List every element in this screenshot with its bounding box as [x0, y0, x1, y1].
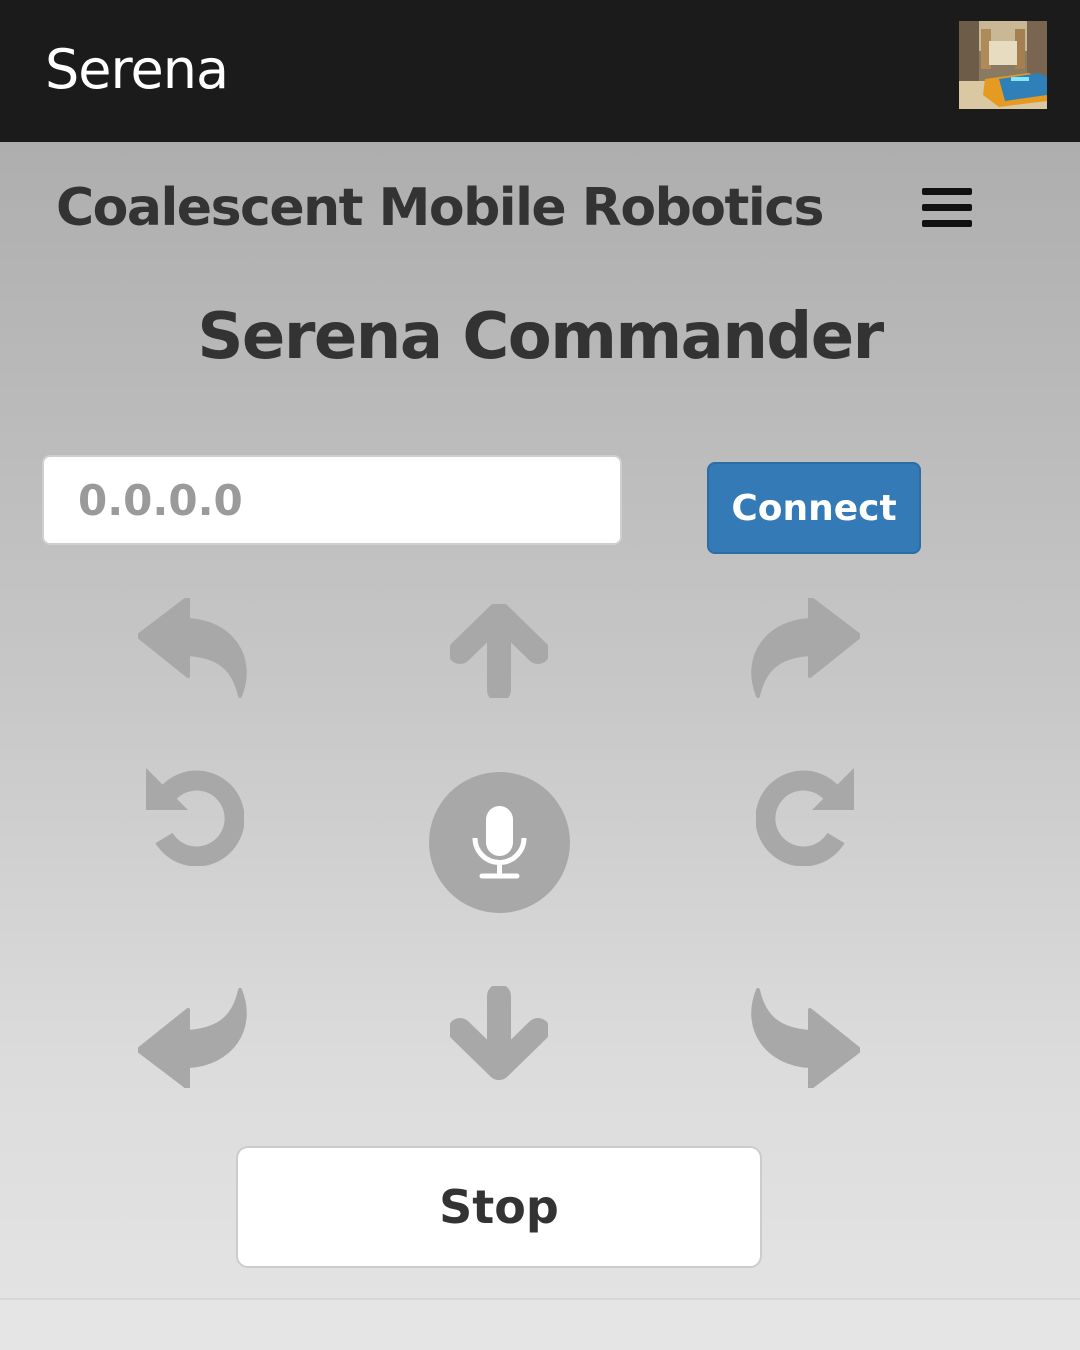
hamburger-menu-icon[interactable] — [922, 188, 972, 228]
bottom-strip — [0, 1298, 1080, 1350]
backward-button[interactable] — [450, 986, 548, 1080]
microphone-icon — [472, 806, 527, 879]
forward-left-button[interactable] — [138, 598, 250, 698]
backward-left-button[interactable] — [138, 988, 250, 1088]
rotate-cw-icon — [756, 768, 854, 866]
ip-address-input[interactable] — [42, 455, 622, 545]
robot-photo-thumbnail[interactable] — [959, 21, 1047, 109]
voice-command-button[interactable] — [429, 772, 570, 913]
curved-arrow-down-right-icon — [751, 988, 860, 1088]
forward-button[interactable] — [450, 604, 548, 698]
page-title: Serena Commander — [197, 300, 884, 374]
forward-right-button[interactable] — [748, 598, 860, 698]
app-bar: Serena — [0, 0, 1080, 142]
navbar-brand[interactable]: Coalescent Mobile Robotics — [56, 178, 824, 238]
reply-arrow-icon — [138, 598, 247, 698]
rotate-right-button[interactable] — [756, 766, 856, 866]
arrow-down-icon — [450, 986, 548, 1080]
rotate-left-button[interactable] — [144, 766, 244, 866]
app-title: Serena — [45, 38, 229, 101]
share-arrow-icon — [751, 598, 860, 698]
backward-right-button[interactable] — [748, 988, 860, 1088]
arrow-up-icon — [450, 604, 548, 698]
connect-button[interactable]: Connect — [707, 462, 921, 554]
rotate-ccw-icon — [146, 768, 244, 866]
curved-arrow-down-left-icon — [138, 988, 247, 1088]
stop-button[interactable]: Stop — [236, 1146, 762, 1268]
